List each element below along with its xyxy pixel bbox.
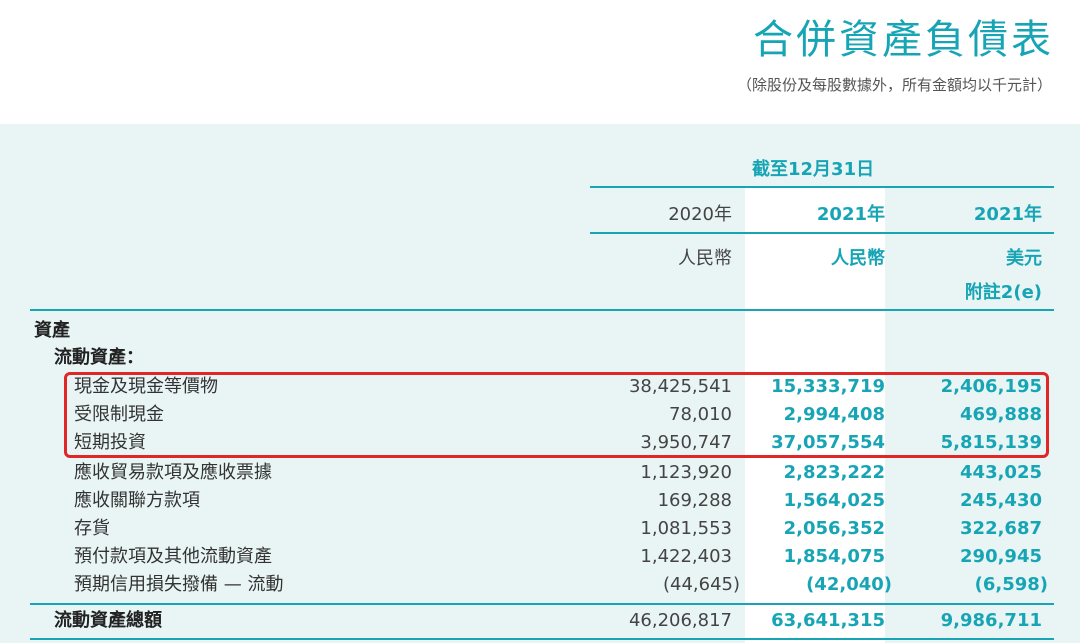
header-rule-table xyxy=(30,309,1054,311)
section-current-assets: 流動資產： xyxy=(54,347,144,368)
col1-currency: 人民幣 xyxy=(678,248,732,269)
total-rule-top xyxy=(30,603,1054,605)
header-rule-year xyxy=(590,232,1054,234)
col3-year: 2021年 xyxy=(973,204,1042,225)
period-header: 截至12月31日 xyxy=(752,159,875,180)
cell-2021-usd: 322,687 xyxy=(960,518,1042,539)
highlight-box xyxy=(64,372,1049,458)
cell-2020: (44,645) xyxy=(662,574,740,595)
col3-currency: 美元 xyxy=(1006,248,1042,269)
row-label: 存貨 xyxy=(74,518,110,539)
row-label: 預期信用損失撥備 — 流動 xyxy=(74,574,284,595)
col2-currency: 人民幣 xyxy=(831,248,885,269)
cell-2021-rmb: 1,854,075 xyxy=(783,546,885,567)
cell-2020: 1,123,920 xyxy=(640,462,732,483)
cell-2020: 1,422,403 xyxy=(640,546,732,567)
cell-2020: 169,288 xyxy=(657,490,732,511)
header-rule-period xyxy=(590,186,1054,188)
cell-2021-rmb: 2,056,352 xyxy=(783,518,885,539)
cell-2021-rmb: 1,564,025 xyxy=(783,490,885,511)
total-2021-rmb: 63,641,315 xyxy=(771,610,885,631)
cell-2021-usd: 443,025 xyxy=(960,462,1042,483)
col2-year: 2021年 xyxy=(816,204,885,225)
total-rule-bottom xyxy=(30,638,1054,640)
cell-2021-usd: 290,945 xyxy=(960,546,1042,567)
total-label: 流動資產總額 xyxy=(54,610,162,631)
total-2020: 46,206,817 xyxy=(628,610,732,631)
row-label: 預付款項及其他流動資產 xyxy=(74,546,272,567)
section-assets: 資產 xyxy=(34,320,70,341)
row-label: 應收貿易款項及應收票據 xyxy=(74,462,272,483)
cell-2021-rmb: 2,823,222 xyxy=(783,462,885,483)
cell-2021-usd: (6,598) xyxy=(974,574,1048,595)
page-subtitle: （除股份及每股數據外，所有金額均以千元計） xyxy=(736,76,1052,94)
row-label: 應收關聯方款項 xyxy=(74,490,200,511)
cell-2021-usd: 245,430 xyxy=(960,490,1042,511)
page-title: 合併資產負債表 xyxy=(753,17,1054,63)
total-2021-usd: 9,986,711 xyxy=(940,610,1042,631)
cell-2021-rmb: (42,040) xyxy=(806,574,892,595)
cell-2020: 1,081,553 xyxy=(640,518,732,539)
col3-note: 附註2(e) xyxy=(964,282,1042,303)
col1-year: 2020年 xyxy=(668,204,732,225)
